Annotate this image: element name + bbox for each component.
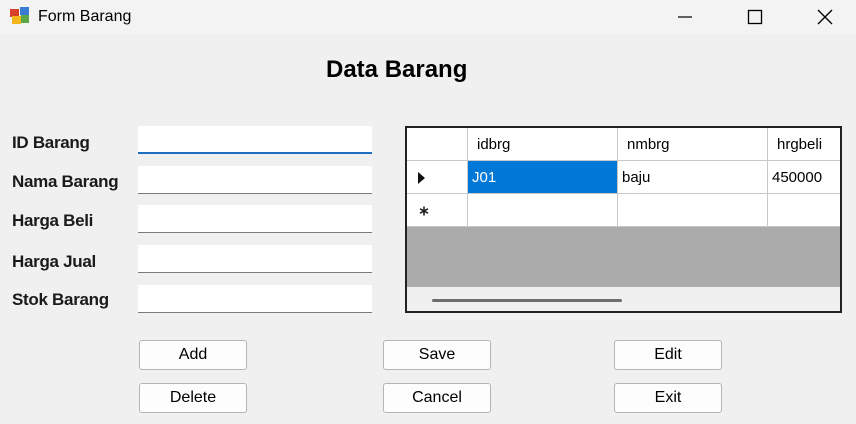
cell-nmbrg[interactable]: baju — [618, 161, 768, 194]
delete-button[interactable]: Delete — [139, 383, 247, 413]
cell-hrgbeli[interactable]: 450000 — [768, 161, 840, 194]
label-harga-beli: Harga Beli — [12, 211, 94, 230]
add-button[interactable]: Add — [139, 340, 247, 370]
data-grid[interactable]: idbrg nmbrg hrgbeli J01 baju 450000 — [405, 126, 842, 313]
label-nama-barang: Nama Barang — [12, 172, 119, 191]
label-harga-jual: Harga Jual — [12, 252, 96, 271]
new-cell-nmbrg[interactable] — [618, 194, 768, 227]
label-id-barang: ID Barang — [12, 133, 90, 152]
minimize-button[interactable] — [650, 0, 720, 34]
column-header-hrgbeli[interactable]: hrgbeli — [768, 128, 840, 161]
new-cell-idbrg[interactable] — [468, 194, 618, 227]
maximize-button[interactable] — [720, 0, 790, 34]
label-stok-barang: Stok Barang — [12, 290, 109, 309]
exit-button[interactable]: Exit — [614, 383, 722, 413]
harga-jual-input[interactable] — [138, 245, 372, 273]
save-button[interactable]: Save — [383, 340, 491, 370]
column-header-idbrg[interactable]: idbrg — [468, 128, 618, 161]
edit-button[interactable]: Edit — [614, 340, 722, 370]
new-row[interactable] — [407, 194, 840, 227]
maximize-icon — [747, 9, 763, 25]
new-cell-hrgbeli[interactable] — [768, 194, 840, 227]
row-header[interactable] — [407, 194, 468, 227]
new-row-star-icon — [419, 206, 429, 216]
harga-beli-input[interactable] — [138, 205, 372, 233]
page-title: Data Barang — [326, 56, 468, 83]
close-icon — [817, 9, 833, 25]
title-bar: Form Barang — [0, 0, 856, 34]
scrollbar-thumb[interactable] — [432, 299, 622, 302]
nama-barang-input[interactable] — [138, 166, 372, 194]
grid-corner-header[interactable] — [407, 128, 468, 161]
close-button[interactable] — [790, 0, 856, 34]
cell-idbrg[interactable]: J01 — [468, 161, 618, 194]
row-header[interactable] — [407, 161, 468, 194]
row-pointer-icon — [418, 172, 425, 184]
id-barang-input[interactable] — [138, 126, 372, 154]
app-form-icon — [10, 7, 29, 24]
minimize-icon — [678, 16, 692, 18]
column-header-nmbrg[interactable]: nmbrg — [618, 128, 768, 161]
cancel-button[interactable]: Cancel — [383, 383, 491, 413]
table-row[interactable]: J01 baju 450000 — [407, 161, 840, 194]
horizontal-scrollbar[interactable] — [407, 287, 840, 311]
stok-barang-input[interactable] — [138, 285, 372, 313]
grid-header-row: idbrg nmbrg hrgbeli — [407, 128, 840, 161]
window-title: Form Barang — [38, 8, 132, 25]
